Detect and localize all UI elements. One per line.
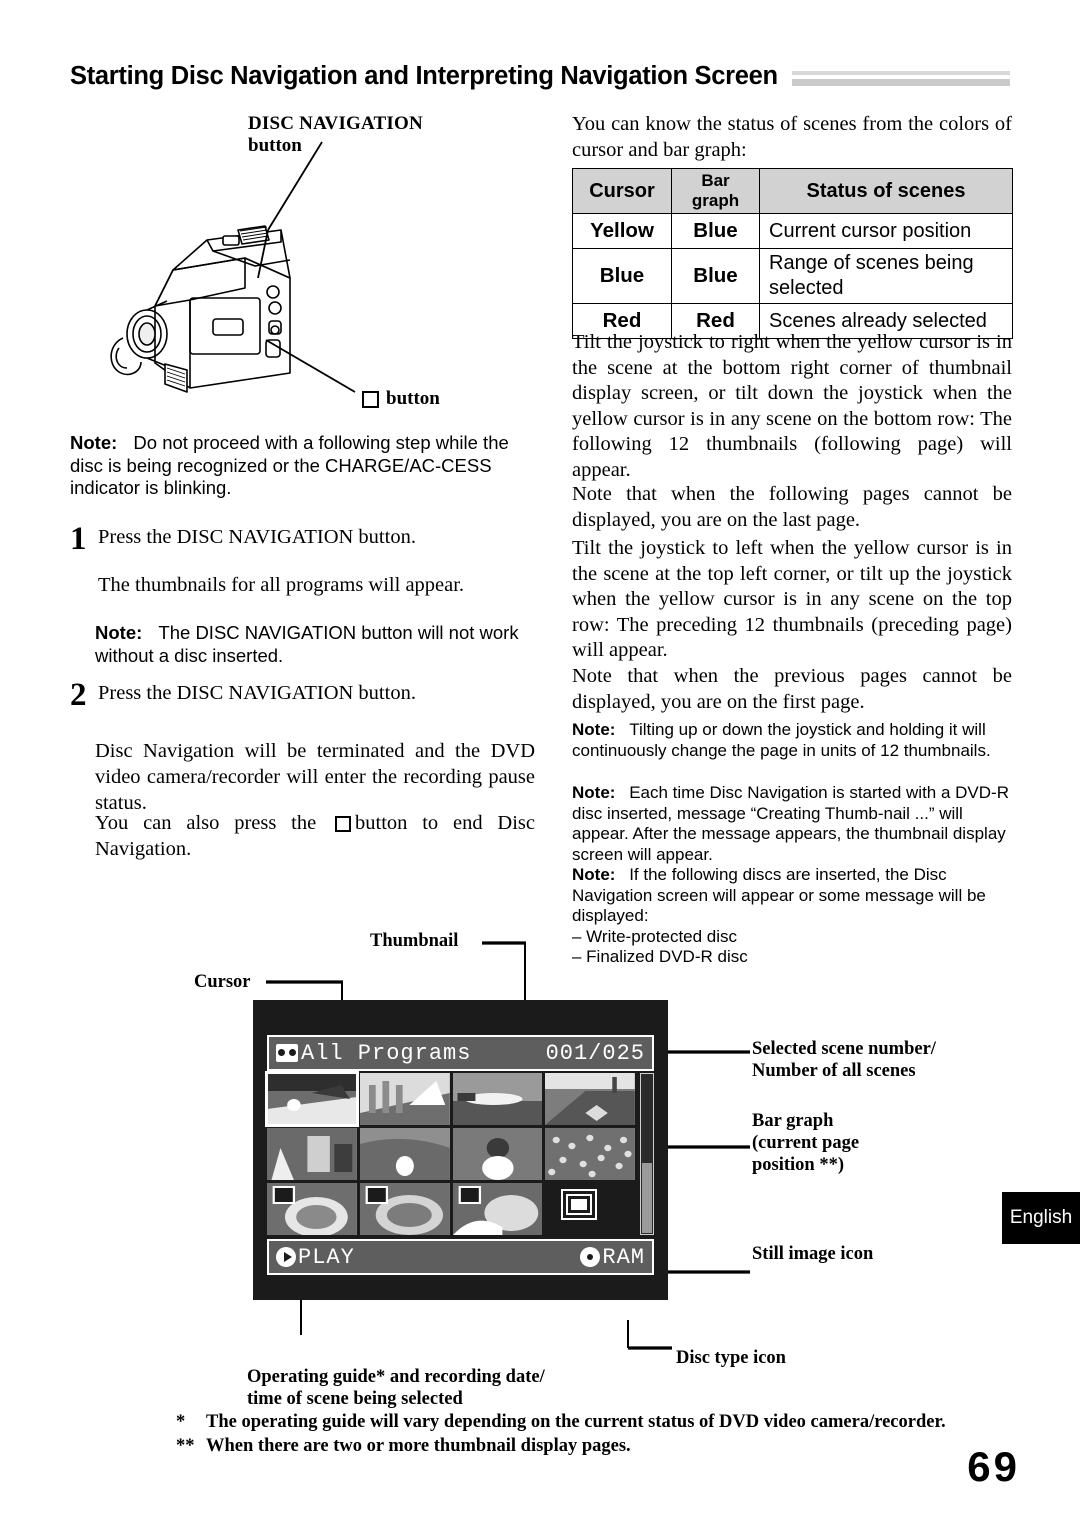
note-5-label: Note:	[572, 865, 616, 884]
right-para-2: Note that when the following pages canno…	[572, 483, 1012, 531]
callout-operating-guide-line2: time of scene being selected	[247, 1389, 463, 1409]
callout-scene-num-line2: Number of all scenes	[752, 1061, 916, 1081]
footnote-2-text: When there are two or more thumbnail dis…	[206, 1436, 631, 1456]
callout-still-image-icon: Still image icon	[752, 1244, 874, 1264]
footnote-2-marker: **	[176, 1436, 195, 1456]
note-3-text: Tilting up or down the joystick and hold…	[572, 720, 991, 760]
step-2-result-pre: You can also press the	[95, 812, 317, 834]
language-tab: English	[1002, 1192, 1080, 1244]
play-icon	[276, 1247, 296, 1267]
table-header-bar-graph: Bar graph	[671, 168, 760, 214]
page-number: 69	[967, 1443, 1020, 1490]
step-2-result-part1: Disc Navigation will be terminated and t…	[95, 740, 535, 814]
note-4-label: Note:	[572, 783, 616, 802]
lcd-disc-type: RAM	[602, 1244, 645, 1270]
note-block-1: Note: Do not proceed with a following st…	[70, 432, 540, 500]
right-para-3: Tilt the joystick to left when the yello…	[572, 537, 1012, 661]
note-block-3: Note: Tilting up or down the joystick an…	[572, 720, 1014, 761]
thumbnail-cell[interactable]	[452, 1073, 543, 1125]
table-header-status: Status of scenes	[759, 168, 1013, 214]
note-1-text: Do not proceed with a following step whi…	[70, 432, 509, 498]
thumbnail-cell[interactable]	[359, 1183, 450, 1235]
square-button-inline-icon	[335, 816, 352, 833]
callout-scene-num-line1: Selected scene number/	[752, 1039, 936, 1059]
thumbnail-grid-area	[265, 1071, 654, 1235]
step-2-number: 2	[70, 677, 87, 713]
callout-bar-graph: Bar graph (current page position **)	[752, 1110, 1002, 1176]
lcd-status-bar: PLAY RAM	[267, 1239, 654, 1275]
lcd-header-bar: All Programs 001/025	[267, 1035, 654, 1071]
callout-operating-guide: Operating guide* and recording date/ tim…	[247, 1366, 597, 1410]
row-1-bar-graph: Blue	[671, 213, 760, 249]
step-1-instruction: Press the DISC NAVIGATION button.	[98, 526, 416, 548]
disc-type-icon	[580, 1247, 601, 1267]
square-button-label: button	[386, 388, 440, 409]
table-row: Yellow Blue Current cursor position	[572, 213, 1013, 249]
table-row: Blue Blue Range of scenes being selected	[572, 248, 1013, 304]
step-2-result-part2: You can also press the button to end Dis…	[95, 810, 535, 862]
callout-disc-type-icon: Disc type icon	[676, 1348, 786, 1368]
bar-graph-indicator	[642, 1162, 652, 1233]
row-2-cursor: Blue	[572, 248, 672, 304]
bar-graph-scrollbar[interactable]	[640, 1073, 654, 1235]
table-header-cursor: Cursor	[572, 168, 672, 214]
note-3-label: Note:	[572, 720, 616, 739]
footnote-1-marker: *	[176, 1412, 186, 1432]
row-2-status: Range of scenes being selected	[759, 248, 1013, 304]
thumbnail-cell[interactable]	[545, 1128, 635, 1180]
footnote-2: ** When there are two or more thumbnail d…	[176, 1434, 1016, 1458]
footnote-1: * The operating guide will vary depending…	[176, 1410, 1016, 1434]
page-title: Starting Disc Navigation and Interpretin…	[70, 62, 778, 90]
note-2-label: Note:	[95, 622, 143, 643]
manual-page: Starting Disc Navigation and Interpretin…	[0, 0, 1080, 1529]
lcd-scene-counter: 001/025	[545, 1040, 645, 1066]
lcd-program-title: All Programs	[301, 1040, 472, 1066]
disc-navigation-screen: All Programs 001/025 PLAY RAM	[253, 1000, 668, 1300]
page-header: Starting Disc Navigation and Interpretin…	[70, 62, 1010, 91]
callout-bar-graph-line1: Bar graph	[752, 1111, 834, 1131]
square-button-icon	[362, 390, 379, 408]
all-programs-icon	[276, 1044, 298, 1062]
thumbnail-grid	[265, 1071, 635, 1235]
thumbnail-cell[interactable]	[267, 1128, 357, 1180]
table-header-row: Cursor Bar graph Status of scenes	[572, 168, 1013, 214]
footnote-1-text: The operating guide will vary depending …	[206, 1412, 946, 1432]
callout-selected-scene-number: Selected scene number/ Number of all sce…	[752, 1038, 1002, 1082]
callout-bar-graph-line2: (current page	[752, 1133, 860, 1153]
step-2-instruction: Press the DISC NAVIGATION button.	[98, 682, 416, 704]
row-1-status: Current cursor position	[759, 213, 1013, 249]
lcd-operating-guide: PLAY	[298, 1244, 355, 1270]
step-1-result: The thumbnails for all programs will app…	[98, 574, 465, 596]
thumbnail-cell[interactable]	[545, 1073, 635, 1125]
status-of-scenes-table: Cursor Bar graph Status of scenes Yellow…	[572, 168, 1013, 339]
thumbnail-cell[interactable]	[265, 1071, 359, 1127]
row-1-cursor: Yellow	[572, 213, 672, 249]
note-5-text: If the following discs are inserted, the…	[572, 865, 986, 925]
callout-operating-guide-line1: Operating guide* and recording date/	[247, 1367, 545, 1387]
thumbnail-cell[interactable]	[359, 1073, 450, 1125]
row-2-bar-graph: Blue	[671, 248, 760, 304]
note-1-label: Note:	[70, 432, 118, 453]
callout-bar-graph-line3: position **)	[752, 1155, 845, 1175]
thumbnail-cell[interactable]	[359, 1128, 450, 1180]
right-intro-text: You can know the status of scenes from t…	[572, 113, 1012, 161]
step-1-number: 1	[70, 521, 87, 557]
right-para-1: Tilt the joystick to right when the yell…	[572, 331, 1012, 481]
thumbnail-cell[interactable]	[452, 1183, 543, 1235]
still-image-icon	[561, 1189, 598, 1220]
note-block-4: Note: Each time Disc Navigation is start…	[572, 783, 1014, 865]
right-para-4: Note that when the previous pages cannot…	[572, 665, 1012, 713]
still-image-icon-cell	[545, 1183, 635, 1235]
thumbnail-cell[interactable]	[267, 1183, 357, 1235]
note-2-text: The DISC NAVIGATION button will not work…	[95, 622, 519, 666]
note-block-2: Note: The DISC NAVIGATION button will no…	[95, 622, 540, 667]
note-4-text: Each time Disc Navigation is started wit…	[572, 783, 1009, 864]
title-rule-decoration	[791, 67, 1010, 86]
thumbnail-cell[interactable]	[452, 1128, 543, 1180]
square-button-callout: button	[362, 388, 440, 410]
